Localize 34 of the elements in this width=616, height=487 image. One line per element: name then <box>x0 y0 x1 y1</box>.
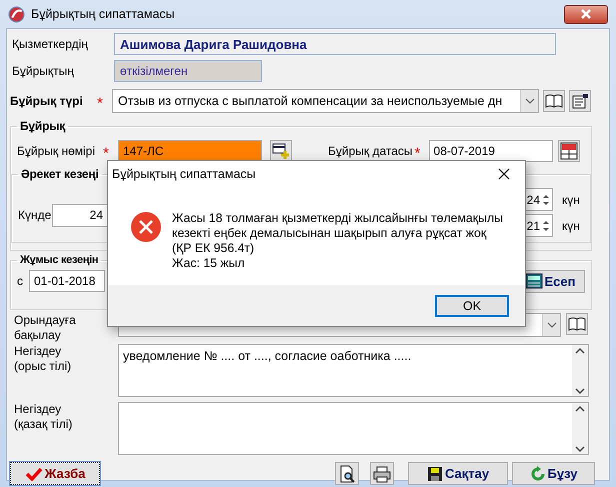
order-date-field[interactable]: 08-07-2019 <box>428 140 553 162</box>
field-label: Бұйрық датасы <box>328 144 414 158</box>
field-label: Бұйрық нөмірі <box>17 144 96 158</box>
window-title: Бұйрықтың сипаттамасы <box>31 7 175 21</box>
field-label: Орындауға бақылау <box>13 313 77 343</box>
employee-field: Ашимова Дарига Рашидовна <box>114 33 556 55</box>
date-field[interactable]: 01-01-2018 <box>29 270 105 292</box>
cancel-button[interactable]: Бұзу <box>512 462 595 485</box>
required-mark: * <box>97 94 104 112</box>
status-field: өткізілмеген <box>114 60 262 82</box>
group-title: Бұйрық <box>19 119 66 133</box>
field-label: Қызметкердің <box>11 37 89 51</box>
text-area[interactable]: уведомление № .... от ...., согласие оаботника ..... <box>118 344 589 397</box>
field-label: Бұйрық түрі <box>10 94 84 108</box>
dialog-title: Бұйрықтың сипаттамасы <box>112 167 256 181</box>
required-mark: * <box>414 144 422 162</box>
field-label: Күнде <box>18 208 52 222</box>
order-number-field[interactable]: 147-ЛС <box>118 140 262 162</box>
group-title: Жұмыс кезеңін <box>19 254 100 266</box>
field-label: Негіздеу (орыс тілі) <box>13 344 72 374</box>
message-text: Жас: 15 жыл <box>172 256 246 271</box>
save-button[interactable]: Сақтау <box>408 462 508 485</box>
required-mark: * <box>103 144 110 162</box>
group-title: Әрекет кезеңі <box>20 167 100 181</box>
unit-label: күн <box>562 192 581 206</box>
ok-button[interactable]: OK <box>435 294 509 316</box>
field-label: с <box>17 274 24 288</box>
field-label: Бұйрықтың <box>11 64 75 78</box>
unit-label: күн <box>562 218 581 232</box>
order-type-dropdown[interactable]: Отзыв из отпуска с выплатой компенсации за неиспользуемые дн <box>112 89 539 113</box>
days-spinner[interactable]: 24 <box>52 204 110 226</box>
record-button[interactable]: Жазба <box>10 462 100 485</box>
field-label: Негіздеу (қазақ тілі) <box>13 402 74 432</box>
message-text: Жасы 18 толмаған қызметкерді жылсайынғы төлемақылы кезекті еңбек демалысынан шақырып алуға рұқсат жоқ (ҚР ЕК 956.4т) <box>172 211 504 256</box>
